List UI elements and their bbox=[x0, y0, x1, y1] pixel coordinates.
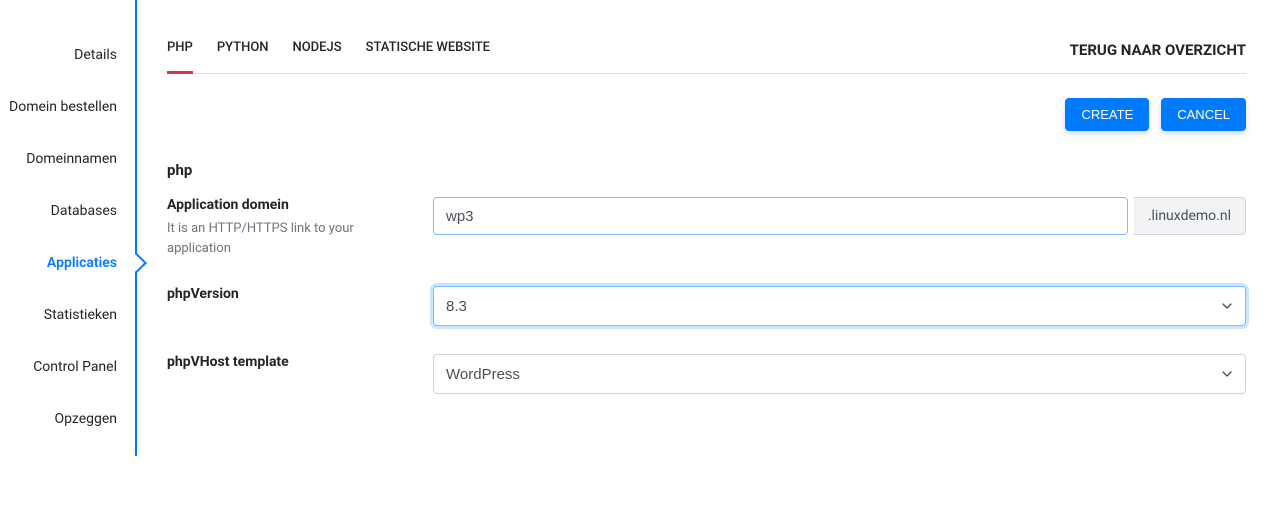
tab-python[interactable]: PYTHON bbox=[217, 40, 269, 74]
section-title: php bbox=[167, 161, 1246, 179]
sidebar: Details Domein bestellen Domeinnamen Dat… bbox=[0, 0, 137, 456]
php-vhost-select[interactable]: WordPress bbox=[433, 354, 1246, 394]
cancel-button[interactable]: CANCEL bbox=[1161, 98, 1246, 131]
application-domain-label: Application domein bbox=[167, 197, 413, 213]
main-content: PHP PYTHON NODEJS STATISCHE WEBSITE TERU… bbox=[137, 0, 1276, 456]
sidebar-item-domein-bestellen[interactable]: Domein bestellen bbox=[0, 92, 135, 122]
domain-suffix: .linuxdemo.nl bbox=[1134, 197, 1246, 235]
application-domain-help: It is an HTTP/HTTPS link to your applica… bbox=[167, 219, 413, 258]
php-version-label: phpVersion bbox=[167, 286, 413, 302]
sidebar-item-control-panel[interactable]: Control Panel bbox=[0, 352, 135, 382]
application-domain-input[interactable] bbox=[433, 197, 1128, 235]
sidebar-item-applicaties[interactable]: Applicaties bbox=[0, 248, 135, 278]
sidebar-item-domeinnamen[interactable]: Domeinnamen bbox=[0, 144, 135, 174]
tab-php[interactable]: PHP bbox=[167, 40, 193, 74]
tab-list: PHP PYTHON NODEJS STATISCHE WEBSITE bbox=[167, 40, 490, 73]
sidebar-item-details[interactable]: Details bbox=[0, 40, 135, 70]
tab-nodejs[interactable]: NODEJS bbox=[293, 40, 342, 74]
php-version-select[interactable]: 8.3 bbox=[433, 286, 1246, 326]
php-vhost-label: phpVHost template bbox=[167, 354, 413, 370]
back-to-overview-link[interactable]: TERUG NAAR OVERZICHT bbox=[1070, 41, 1246, 73]
tab-statische-website[interactable]: STATISCHE WEBSITE bbox=[366, 40, 490, 74]
sidebar-item-statistieken[interactable]: Statistieken bbox=[0, 300, 135, 330]
create-button[interactable]: CREATE bbox=[1065, 98, 1149, 131]
sidebar-item-opzeggen[interactable]: Opzeggen bbox=[0, 404, 135, 434]
sidebar-item-databases[interactable]: Databases bbox=[0, 196, 135, 226]
